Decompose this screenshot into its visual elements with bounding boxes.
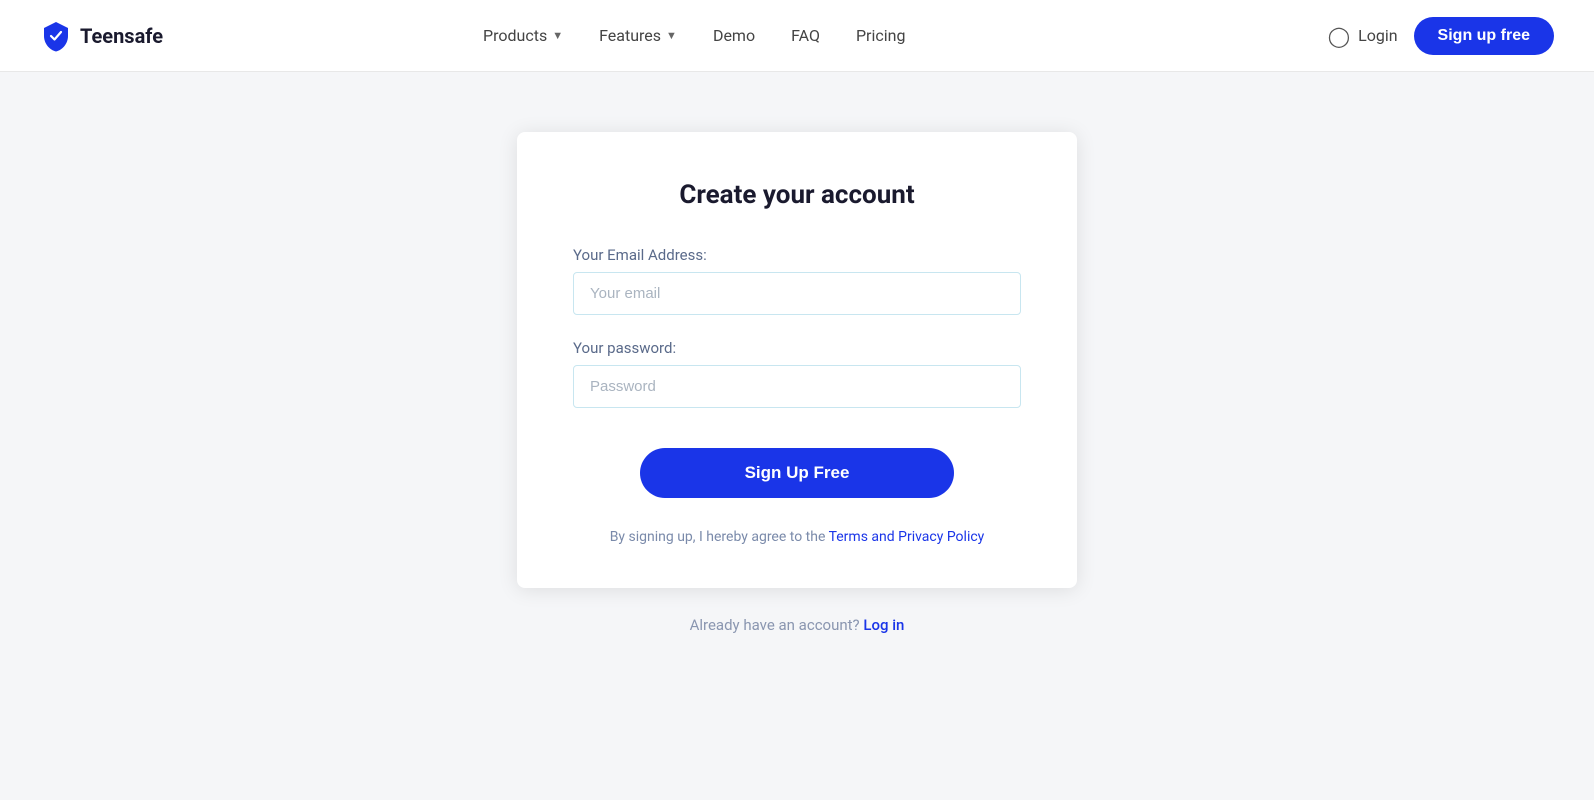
- login-area[interactable]: ◯ Login: [1328, 24, 1398, 48]
- user-icon: ◯: [1328, 24, 1350, 48]
- password-label: Your password:: [573, 339, 1021, 357]
- header-signup-button[interactable]: Sign up free: [1414, 17, 1554, 55]
- login-link[interactable]: Log in: [863, 616, 904, 634]
- nav-item-demo[interactable]: Demo: [713, 26, 755, 45]
- terms-text: By signing up, I hereby agree to the Ter…: [610, 526, 985, 548]
- nav-item-products[interactable]: Products ▼: [483, 26, 563, 45]
- nav-item-features[interactable]: Features ▼: [599, 26, 677, 45]
- email-input[interactable]: [573, 272, 1021, 315]
- signup-free-button[interactable]: Sign Up Free: [640, 448, 954, 498]
- nav-item-faq[interactable]: FAQ: [791, 26, 820, 45]
- card-title: Create your account: [679, 180, 914, 210]
- terms-link[interactable]: Terms and Privacy Policy: [829, 529, 985, 545]
- nav-right: ◯ Login Sign up free: [1328, 17, 1554, 55]
- login-label: Login: [1358, 26, 1397, 45]
- main-nav: Products ▼ Features ▼ Demo FAQ Pricing: [483, 26, 905, 45]
- chevron-down-icon: ▼: [666, 29, 677, 42]
- brand-name: Teensafe: [80, 24, 163, 48]
- email-group: Your Email Address:: [573, 246, 1021, 315]
- logo-icon: [40, 20, 72, 52]
- already-account-text: Already have an account? Log in: [690, 616, 905, 634]
- logo[interactable]: Teensafe: [40, 20, 163, 52]
- header: Teensafe Products ▼ Features ▼ Demo FAQ …: [0, 0, 1594, 72]
- password-group: Your password:: [573, 339, 1021, 408]
- signup-card: Create your account Your Email Address: …: [517, 132, 1077, 588]
- main-content: Create your account Your Email Address: …: [0, 72, 1594, 674]
- nav-item-pricing[interactable]: Pricing: [856, 26, 906, 45]
- chevron-down-icon: ▼: [552, 29, 563, 42]
- password-input[interactable]: [573, 365, 1021, 408]
- email-label: Your Email Address:: [573, 246, 1021, 264]
